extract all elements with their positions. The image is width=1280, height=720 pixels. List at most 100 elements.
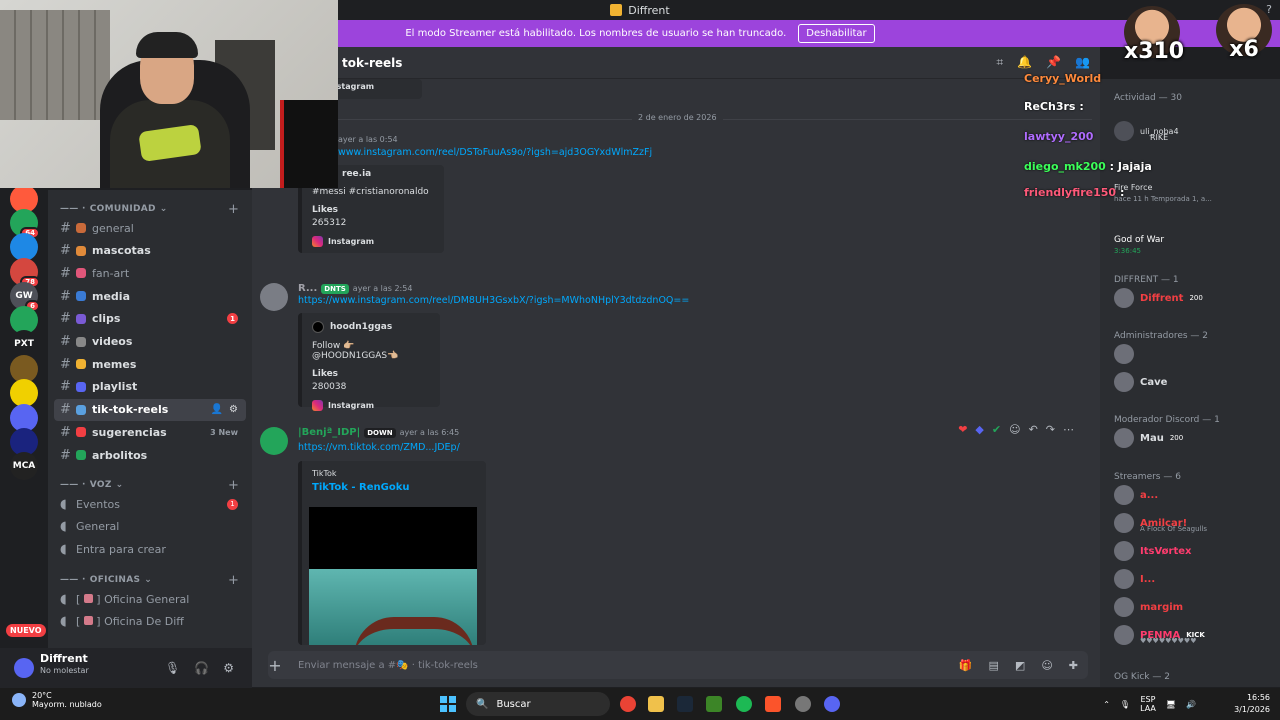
reaction-icon[interactable]: ◆: [975, 423, 983, 436]
xbox-icon[interactable]: [706, 696, 722, 712]
avatar[interactable]: [260, 283, 288, 311]
avatar[interactable]: [14, 658, 34, 678]
clock[interactable]: 16:56 3/1/2026: [1234, 692, 1270, 716]
add-channel-icon[interactable]: +: [228, 202, 239, 217]
stream-chat-line: Ceryy_World: [1024, 72, 1101, 85]
weather-widget[interactable]: 20°C Mayorm. nublado: [12, 691, 102, 709]
settings-icon[interactable]: [795, 696, 811, 712]
message-input[interactable]: Enviar mensaje a #🎭 · tik-tok-reels: [298, 660, 478, 671]
channel-videos[interactable]: # videos: [54, 331, 246, 353]
video-thumbnail[interactable]: [309, 507, 477, 645]
office-channel[interactable]: ◖ [ ] Oficina General: [54, 588, 246, 610]
channel-playlist[interactable]: # playlist: [54, 376, 246, 398]
more-icon[interactable]: ⋯: [1063, 423, 1074, 436]
channel-settings-icon[interactable]: ⚙: [229, 404, 238, 415]
member-item[interactable]: ItsVørtex: [1114, 541, 1191, 561]
message-author[interactable]: |Benjª_IDP|: [298, 427, 360, 438]
disable-streamer-button[interactable]: Deshabilitar: [798, 24, 875, 43]
emoji-icon[interactable]: ☺: [1041, 659, 1052, 672]
channel-memes[interactable]: # memes: [54, 353, 246, 375]
member-item[interactable]: Amilcar! A Flock Of Seagulls: [1114, 513, 1207, 533]
activity-item[interactable]: uli_noba4: [1114, 121, 1179, 141]
game-activity[interactable]: God of War 3:36:45: [1114, 235, 1164, 255]
category-oficinas[interactable]: —— · OFICINAS ⌄ +: [60, 573, 239, 588]
member-item[interactable]: Mau 200: [1114, 428, 1183, 448]
language-indicator[interactable]: ESP LAA: [1140, 695, 1156, 713]
banner-text: El modo Streamer está habilitado. Los no…: [405, 28, 787, 39]
add-member-icon[interactable]: 👤: [211, 404, 223, 415]
avatar[interactable]: [260, 427, 288, 455]
message-author[interactable]: R...: [298, 283, 317, 294]
sticker-icon[interactable]: ◩: [1015, 659, 1025, 672]
bell-icon[interactable]: 🔔: [1017, 55, 1032, 70]
chevron-up-icon[interactable]: ⌃: [1103, 700, 1110, 709]
voice-channel[interactable]: ◖ Entra para crear: [54, 538, 246, 560]
heart-reaction-icon[interactable]: ❤: [958, 423, 967, 436]
embed-author[interactable]: ree.ia: [342, 169, 434, 179]
member-badge: 200: [1169, 434, 1184, 442]
member-item[interactable]: I...: [1114, 569, 1155, 589]
threads-icon[interactable]: ⌗: [996, 55, 1003, 70]
pin-icon[interactable]: 📌: [1046, 55, 1061, 70]
add-reaction-icon[interactable]: ☺: [1009, 423, 1020, 436]
member-item[interactable]: margim: [1114, 597, 1183, 617]
channel-emoji-icon: [76, 359, 86, 370]
channel-arbolitos[interactable]: # arbolitos: [54, 444, 246, 466]
member-item[interactable]: a...: [1114, 485, 1158, 505]
brave-icon[interactable]: [765, 696, 781, 712]
channel-fan-art[interactable]: # fan-art: [54, 262, 246, 284]
windows-start-icon[interactable]: [440, 696, 456, 712]
taskbar-search[interactable]: 🔍 Buscar: [466, 692, 610, 716]
channel-media[interactable]: # media: [54, 285, 246, 307]
spotify-icon[interactable]: [736, 696, 752, 712]
gif-icon[interactable]: ▤: [989, 659, 999, 672]
message-link[interactable]: www.instagram.com/reel/DSToFuuAs9o/?igsh…: [338, 147, 652, 158]
discord-icon[interactable]: [824, 696, 840, 712]
members-icon[interactable]: 👥: [1075, 55, 1090, 70]
office-channel[interactable]: ◖ [ ] Oficina De Diff: [54, 611, 246, 633]
volume-icon[interactable]: 🔊: [1186, 700, 1196, 709]
add-channel-icon[interactable]: +: [228, 478, 239, 493]
channel-tik-tok-reels[interactable]: # tik-tok-reels 👤 ⚙: [54, 398, 246, 421]
channel-label: General: [76, 520, 120, 534]
channel-general[interactable]: # general: [54, 217, 246, 239]
mic-tray-icon[interactable]: 🎙: [1120, 700, 1130, 709]
member-item[interactable]: [1114, 344, 1140, 364]
reply-icon[interactable]: ↶: [1029, 423, 1038, 436]
network-icon[interactable]: 🖥: [1166, 700, 1176, 709]
check-reaction-icon[interactable]: ✔: [992, 423, 1001, 436]
server-icon[interactable]: MCA: [10, 452, 38, 480]
category-comunidad[interactable]: —— · COMUNIDAD ⌄ +: [60, 202, 239, 217]
chrome-icon[interactable]: [620, 696, 636, 712]
message-link[interactable]: https://vm.tiktok.com/ZMD...JDEp/: [298, 442, 460, 453]
member-item[interactable]: Cave: [1114, 372, 1167, 392]
steam-icon[interactable]: [677, 696, 693, 712]
embed-title[interactable]: TikTok - RenGoku: [312, 482, 476, 493]
settings-gear-icon[interactable]: ⚙: [223, 661, 234, 675]
voice-channel[interactable]: ◖ General: [54, 516, 246, 538]
gift-icon[interactable]: 🎁: [959, 659, 973, 672]
embed-author[interactable]: hoodn1ggas: [330, 322, 392, 332]
forward-icon[interactable]: ↷: [1046, 423, 1055, 436]
apps-icon[interactable]: ✚: [1069, 659, 1078, 672]
microphone-icon[interactable]: 🎙: [165, 661, 180, 675]
member-item[interactable]: Diffrent 200: [1114, 288, 1203, 308]
channel-mascotas[interactable]: # mascotas: [54, 240, 246, 262]
message-time: ayer a las 6:45: [399, 428, 460, 437]
server-icon[interactable]: PXT: [10, 330, 38, 358]
channel-label: clips: [92, 312, 121, 326]
member-item[interactable]: PENMA KICK ♥♥♥♥♥♥♥♥♥: [1114, 625, 1205, 645]
channel-clips[interactable]: # clips 1: [54, 308, 246, 330]
server-icon[interactable]: [10, 233, 38, 261]
channel-sugerencias[interactable]: # sugerencias 3 New: [54, 421, 246, 443]
file-explorer-icon[interactable]: [648, 696, 664, 712]
category-voz[interactable]: —— · VOZ ⌄ +: [60, 478, 239, 493]
attach-plus-icon[interactable]: +: [268, 656, 282, 675]
server-icon[interactable]: [10, 379, 38, 407]
headphones-icon[interactable]: 🎧: [194, 661, 209, 675]
voice-channel[interactable]: ◖ Eventos 1: [54, 493, 246, 515]
embed-field-label: Likes: [312, 205, 339, 215]
hash-icon: #: [60, 356, 71, 372]
message-link[interactable]: https://www.instagram.com/reel/DM8UH3Gsx…: [298, 295, 689, 306]
add-channel-icon[interactable]: +: [228, 573, 239, 588]
